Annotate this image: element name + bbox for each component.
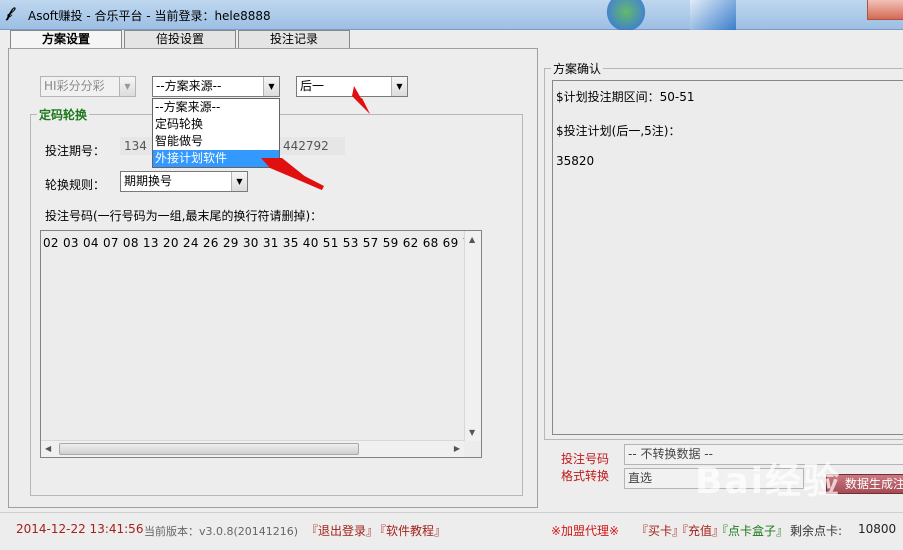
source-option-smart-number[interactable]: 智能做号	[153, 133, 279, 150]
tab-multiplier-settings[interactable]: 倍投设置	[124, 30, 236, 49]
background-globe-icon	[606, 0, 646, 30]
convert-label-line2: 格式转换	[561, 469, 610, 483]
chevron-down-icon: ▼	[263, 77, 279, 96]
title-bar: 𝒻 Asoft赚投 - 合乐平台 - 当前登录：hele8888	[0, 0, 903, 30]
chevron-down-icon: ▼	[119, 77, 135, 96]
confirm-textbox[interactable]: $计划投注期区间：50-51 $投注计划(后一,5注)： 35820	[552, 80, 903, 435]
position-select[interactable]: 后一 ▼	[296, 76, 408, 97]
numbers-text: 02 03 04 07 08 13 20 24 26 29 30 31 35 4…	[43, 236, 482, 250]
source-dropdown-list: --方案来源-- 定码轮换 智能做号 外接计划软件	[152, 98, 280, 168]
rotation-rule-label: 轮换规则：	[45, 178, 106, 192]
position-select-value: 后一	[300, 79, 325, 93]
source-option-fixed-rotation[interactable]: 定码轮换	[153, 116, 279, 133]
chevron-down-icon: ▼	[231, 172, 247, 191]
card-box-link[interactable]: 『点卡盒子』	[716, 522, 788, 539]
source-option-default[interactable]: --方案来源--	[153, 99, 279, 116]
period-value-right: 442792	[279, 137, 345, 155]
confirm-group-legend: 方案确认	[553, 62, 602, 76]
scroll-down-icon[interactable]: ▼	[469, 428, 475, 437]
scroll-up-icon[interactable]: ▲	[469, 235, 475, 244]
convert-label-line1: 投注号码	[561, 452, 610, 466]
close-window-button[interactable]	[867, 0, 903, 20]
background-window-icon	[690, 0, 736, 30]
window-title: Asoft赚投 - 合乐平台 - 当前登录：hele8888	[28, 9, 271, 23]
scroll-right-icon[interactable]: ▶	[454, 444, 460, 453]
numbers-vertical-scrollbar[interactable]: ▲ ▼	[464, 231, 481, 441]
agent-link[interactable]: ※加盟代理※	[551, 522, 619, 539]
status-bar: 2014-12-22 13:41:56 当前版本：v3.0.8(20141216…	[0, 512, 903, 550]
scroll-left-icon[interactable]: ◀	[45, 444, 51, 453]
horizontal-scroll-thumb[interactable]	[59, 443, 359, 455]
chevron-down-icon: ▼	[391, 77, 407, 96]
confirm-line-plan: $投注计划(后一,5注)：	[556, 124, 681, 138]
numbers-horizontal-scrollbar[interactable]: ◀ ▶	[41, 440, 464, 457]
tutorial-link[interactable]: 『软件教程』	[374, 522, 446, 539]
numbers-textarea[interactable]: 02 03 04 07 08 13 20 24 26 29 30 31 35 4…	[40, 230, 482, 458]
rotation-rule-select[interactable]: 期期换号 ▼	[120, 171, 248, 192]
period-label: 投注期号：	[45, 144, 106, 158]
tab-plan-settings[interactable]: 方案设置	[10, 30, 122, 50]
tab-bet-records[interactable]: 投注记录	[238, 30, 350, 49]
source-option-external-plan[interactable]: 外接计划软件	[153, 150, 279, 167]
status-datetime: 2014-12-22 13:41:56	[16, 522, 144, 536]
remaining-card-value: 10800	[858, 522, 897, 536]
bet-mode-value: 直选	[628, 471, 653, 485]
status-version: 当前版本：v3.0.8(20141216)	[144, 525, 299, 538]
logout-link[interactable]: 『退出登录』	[306, 522, 378, 539]
confirm-line-numbers: 35820	[556, 154, 595, 168]
asoft-logo-icon: 𝒻	[6, 5, 13, 21]
lottery-select[interactable]: HI彩分分彩 ▼	[40, 76, 136, 97]
baidu-watermark: Bai经验	[695, 461, 842, 502]
numbers-label: 投注号码(一行号码为一组,最末尾的换行符请删掉)：	[45, 209, 323, 223]
lottery-select-value: HI彩分分彩	[44, 79, 105, 93]
source-select-value: --方案来源--	[156, 79, 222, 93]
source-select[interactable]: --方案来源-- ▼	[152, 76, 280, 97]
rotation-group-legend: 定码轮换	[39, 108, 88, 122]
confirm-line-range: $计划投注期区间：50-51	[556, 90, 695, 104]
rotation-rule-value: 期期换号	[124, 174, 173, 188]
remaining-card-label: 剩余点卡:	[790, 524, 843, 538]
